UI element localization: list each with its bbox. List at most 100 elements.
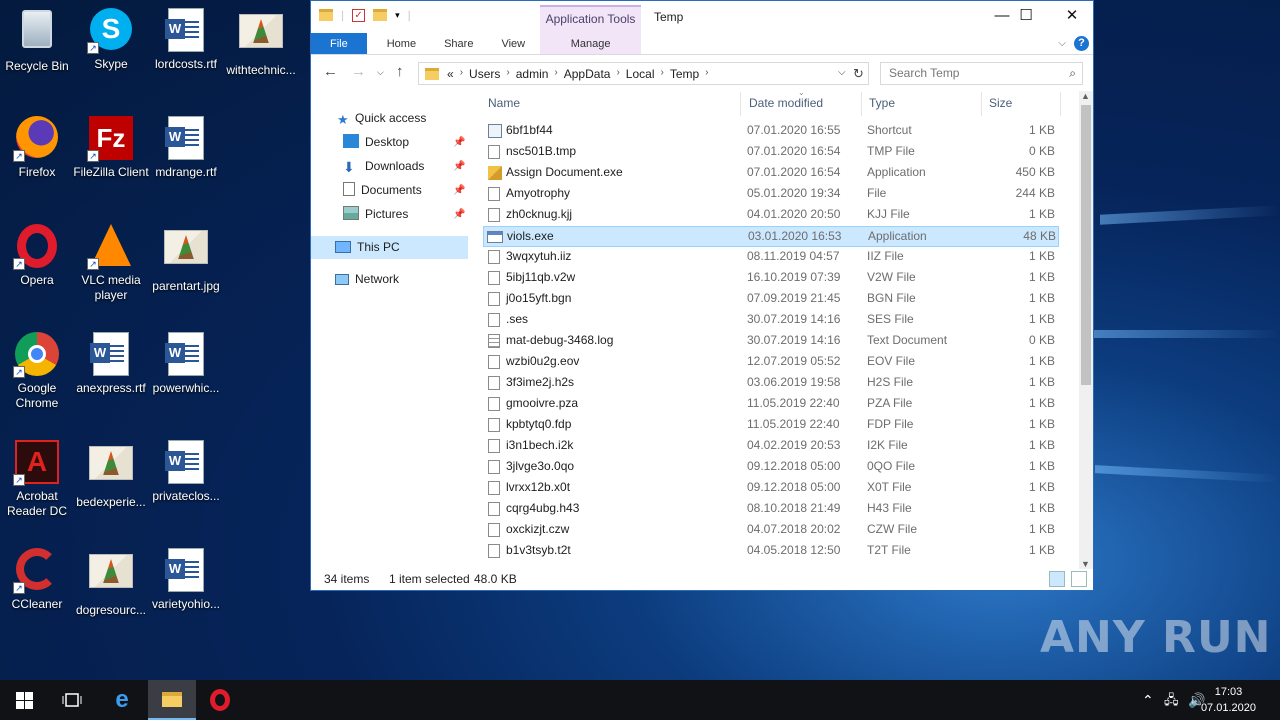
desktop-icon-parentart[interactable]: parentart.jpg <box>148 224 224 294</box>
clock[interactable]: 17:03 07.01.2020 <box>1201 684 1256 716</box>
taskbar-file-explorer[interactable] <box>148 680 196 720</box>
file-row[interactable]: 6bf1bf44 07.01.2020 16:55 Shortcut 1 KB <box>483 121 1059 142</box>
file-row[interactable]: oxckizjt.czw 04.07.2018 20:02 CZW File 1 KB <box>483 520 1059 541</box>
help-icon[interactable]: ? <box>1074 36 1089 51</box>
nav-this-pc[interactable]: This PC <box>335 236 400 258</box>
desktop-icon-firefox[interactable]: ↗ Firefox <box>0 116 75 180</box>
file-row[interactable]: viols.exe 03.01.2020 16:53 Application 48 K… <box>483 226 1059 247</box>
file-row[interactable]: .ses 30.07.2019 14:16 SES File 1 KB <box>483 310 1059 331</box>
file-row[interactable]: 3f3ime2j.h2s 03.06.2019 19:58 H2S File 1 KB <box>483 373 1059 394</box>
nav-network[interactable]: Network <box>335 268 399 290</box>
tab-file[interactable]: File <box>311 33 367 54</box>
desktop-icon-acrobat[interactable]: A ↗ Acrobat Reader DC <box>0 440 75 519</box>
file-row[interactable]: i3n1bech.i2k 04.02.2019 20:53 I2K File 1 KB <box>483 436 1059 457</box>
taskbar-opera[interactable] <box>196 680 244 720</box>
desktop-icon-lordcosts[interactable]: Wlordcosts.rtf <box>148 8 224 72</box>
address-bar[interactable]: « › Users › admin › AppData › Local › Temp › <box>418 62 869 85</box>
desktop-icon-opera[interactable]: ↗ Opera <box>0 224 75 288</box>
desktop-icon-dogresourc[interactable]: dogresourc... <box>73 548 149 618</box>
tab-share[interactable]: Share <box>430 33 487 54</box>
search-input[interactable]: Search Temp ⌕ <box>880 62 1083 85</box>
properties-icon[interactable]: ✓ <box>352 8 366 22</box>
details-view-icon[interactable] <box>1049 571 1065 587</box>
close-button[interactable]: ✕ <box>1049 1 1095 31</box>
desktop-icon-vlc[interactable]: ↗ VLC media player <box>73 224 149 303</box>
tab-view[interactable]: View <box>487 33 539 54</box>
nav-desktop[interactable]: Desktop <box>343 131 409 153</box>
tab-manage[interactable]: Manage <box>540 33 642 54</box>
customize-qat-icon[interactable]: ▾ <box>395 10 400 21</box>
breadcrumb-item[interactable]: « <box>447 67 454 81</box>
chevron-right-icon[interactable]: › <box>660 67 663 81</box>
taskbar-edge[interactable]: e <box>98 680 146 720</box>
up-button[interactable]: ↑ <box>396 63 404 80</box>
file-row[interactable]: Amyotrophy 05.01.2020 19:34 File 244 KB <box>483 184 1059 205</box>
forward-button[interactable]: → <box>351 63 366 80</box>
nav-quick-access[interactable]: ★ Quick access <box>337 107 426 129</box>
breadcrumb-item[interactable]: admin <box>516 67 549 81</box>
breadcrumb-item[interactable]: Local <box>626 67 655 81</box>
expand-ribbon-icon[interactable]: ⌵ <box>1058 38 1066 49</box>
chevron-right-icon[interactable]: › <box>616 67 619 81</box>
nav-downloads[interactable]: ⬇ Downloads <box>343 155 424 177</box>
file-row[interactable]: 3jlvge3o.0qo 09.12.2018 05:00 0QO File 1 KB <box>483 457 1059 478</box>
scroll-up-icon[interactable]: ▲ <box>1081 91 1090 101</box>
desktop-icon-skype[interactable]: S ↗ Skype <box>73 8 149 72</box>
task-view-button[interactable] <box>48 680 96 720</box>
file-row[interactable]: Assign Document.exe 07.01.2020 16:54 Appli… <box>483 163 1059 184</box>
title-bar[interactable]: | ✓ ▾ | Application Tools Temp — ☐ ✕ <box>311 1 1093 33</box>
desktop-icon-bedexperie[interactable]: bedexperie... <box>73 440 149 510</box>
scroll-thumb[interactable] <box>1081 105 1091 385</box>
file-row[interactable]: nsc501B.tmp 07.01.2020 16:54 TMP File 0 KB <box>483 142 1059 163</box>
desktop-icon-chrome[interactable]: ↗ Google Chrome <box>0 332 75 411</box>
network-tray-icon[interactable]: 🖧 <box>1164 680 1179 720</box>
nav-pictures[interactable]: Pictures <box>343 203 408 225</box>
column-header-name[interactable]: Name <box>488 93 520 117</box>
file-row[interactable]: b1v3tsyb.t2t 04.05.2018 12:50 T2T File 1 KB <box>483 541 1059 562</box>
show-hidden-icons[interactable]: ⌃ <box>1142 680 1154 720</box>
chevron-right-icon[interactable]: › <box>506 67 509 81</box>
large-icons-view-icon[interactable] <box>1071 571 1087 587</box>
file-row[interactable]: wzbi0u2g.eov 12.07.2019 05:52 EOV File 1 KB <box>483 352 1059 373</box>
chevron-right-icon[interactable]: › <box>705 67 708 81</box>
file-list[interactable]: Name Date modified ⌄ Type Size 6bf1bf44 0… <box>483 89 1079 569</box>
desktop-icon-anexpress[interactable]: Wanexpress.rtf <box>73 332 149 396</box>
breadcrumb-item[interactable]: Temp <box>670 67 699 81</box>
file-row[interactable]: zh0cknug.kjj 04.01.2020 20:50 KJJ File 1 KB <box>483 205 1059 226</box>
breadcrumb-item[interactable]: AppData <box>564 67 611 81</box>
desktop-icon-recycle-bin[interactable]: Recycle Bin <box>0 8 75 74</box>
column-header-date[interactable]: Date modified <box>749 93 823 117</box>
column-header-size[interactable]: Size <box>989 93 1012 117</box>
file-row[interactable]: lvrxx12b.x0t 09.12.2018 05:00 X0T File 1 KB <box>483 478 1059 499</box>
explorer-window[interactable]: | ✓ ▾ | Application Tools Temp — ☐ ✕ Fil… <box>310 0 1094 591</box>
desktop-icon-filezilla[interactable]: Fz ↗ FileZilla Client <box>73 116 149 180</box>
back-button[interactable]: ← <box>323 63 338 80</box>
nav-documents[interactable]: Documents <box>343 179 422 201</box>
desktop-icon-varietyohio[interactable]: Wvarietyohio... <box>148 548 224 612</box>
file-row[interactable]: 5ibj11qb.v2w 16.10.2019 07:39 V2W File 1 KB <box>483 268 1059 289</box>
desktop-icon-powerwhic[interactable]: Wpowerwhic... <box>148 332 224 396</box>
desktop-icon-ccleaner[interactable]: ↗ CCleaner <box>0 548 75 612</box>
file-row[interactable]: 3wqxytuh.iiz 08.11.2019 04:57 IIZ File 1 KB <box>483 247 1059 268</box>
vertical-scrollbar[interactable]: ▲ ▼ <box>1079 91 1093 569</box>
chevron-right-icon[interactable]: › <box>460 67 463 81</box>
desktop-icon-withtechnic[interactable]: withtechnic... <box>223 8 299 78</box>
file-row[interactable]: mat-debug-3468.log 30.07.2019 14:16 Text D… <box>483 331 1059 352</box>
desktop-icon-mdrange[interactable]: Wmdrange.rtf <box>148 116 224 180</box>
refresh-icon[interactable]: ↻ <box>853 66 864 82</box>
maximize-button[interactable]: ☐ <box>1003 1 1049 31</box>
desktop-icon-privateclos[interactable]: Wprivateclos... <box>148 440 224 504</box>
new-folder-icon[interactable] <box>373 9 388 21</box>
breadcrumb-item[interactable]: Users <box>469 67 500 81</box>
file-row[interactable]: j0o15yft.bgn 07.09.2019 21:45 BGN File 1 KB <box>483 289 1059 310</box>
tab-home[interactable]: Home <box>367 33 430 54</box>
address-dropdown-icon[interactable]: ⌵ <box>838 67 846 78</box>
chevron-right-icon[interactable]: › <box>554 67 557 81</box>
file-row[interactable]: kpbtytq0.fdp 11.05.2019 22:40 FDP File 1 KB <box>483 415 1059 436</box>
file-row[interactable]: cqrg4ubg.h43 08.10.2018 21:49 H43 File 1 KB <box>483 499 1059 520</box>
start-button[interactable] <box>0 680 48 720</box>
file-size: 1 KB <box>1028 396 1055 410</box>
recent-locations-button[interactable]: ⌵ <box>377 67 384 78</box>
file-row[interactable]: gmooivre.pza 11.05.2019 22:40 PZA File 1 KB <box>483 394 1059 415</box>
column-header-type[interactable]: Type <box>869 93 895 117</box>
